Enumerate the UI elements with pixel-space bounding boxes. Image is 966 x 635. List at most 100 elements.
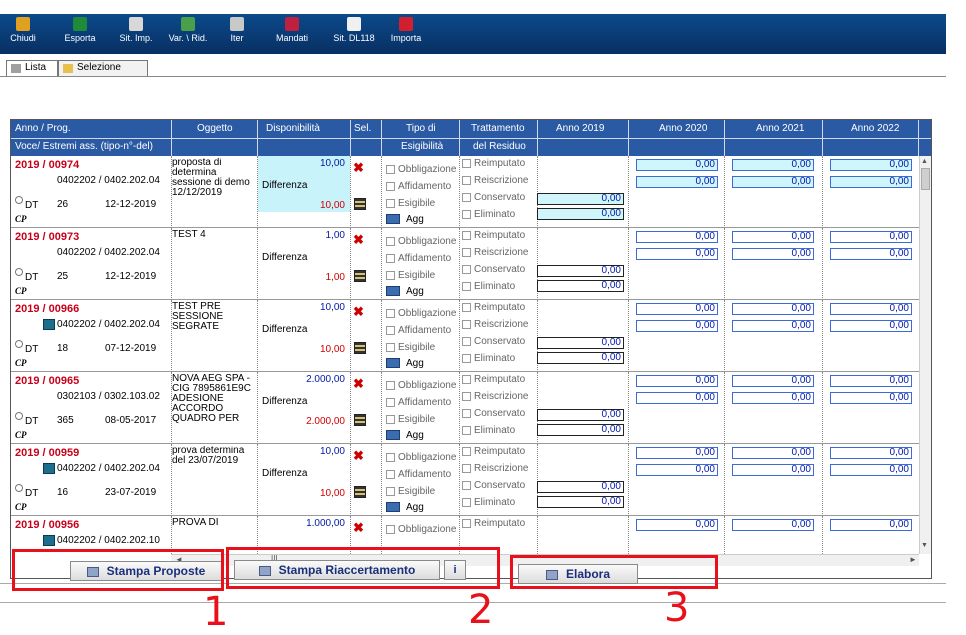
a2020-reiscrizione-field[interactable]: 0,00 [636, 248, 718, 260]
conservato-checkbox[interactable] [462, 265, 471, 274]
aggiorna-icon[interactable] [386, 286, 400, 296]
scroll-up-icon[interactable]: ▲ [921, 158, 928, 165]
row-radio[interactable] [15, 268, 23, 276]
delete-icon[interactable]: ✖ [353, 448, 364, 464]
iter-button[interactable]: Iter [226, 17, 248, 43]
header-disponibilita[interactable]: Disponibilità [266, 123, 320, 134]
esigibile-checkbox[interactable] [386, 199, 395, 208]
header-sel[interactable]: Sel. [354, 123, 371, 134]
header-anno-2021[interactable]: Anno 2021 [756, 123, 804, 134]
a2021-reiscrizione-field[interactable]: 0,00 [732, 320, 814, 332]
document-icon[interactable] [43, 535, 55, 546]
a2020-reimputato-field[interactable]: 0,00 [636, 303, 718, 315]
a2021-reimputato-field[interactable]: 0,00 [732, 447, 814, 459]
a2021-reiscrizione-field[interactable]: 0,00 [732, 392, 814, 404]
reimputato-checkbox[interactable] [462, 303, 471, 312]
conservato-checkbox[interactable] [462, 409, 471, 418]
a2020-reiscrizione-field[interactable]: 0,00 [636, 176, 718, 188]
a2022-reiscrizione-field[interactable]: 0,00 [830, 464, 912, 476]
chiudi-button[interactable]: Chiudi [8, 17, 38, 43]
a2022-reimputato-field[interactable]: 0,00 [830, 303, 912, 315]
sit-dl118-button[interactable]: Sit. DL118 [332, 17, 376, 43]
mandati-button[interactable]: Mandati [272, 17, 312, 43]
conservato-checkbox[interactable] [462, 481, 471, 490]
esigibile-checkbox[interactable] [386, 415, 395, 424]
reiscrizione-checkbox[interactable] [462, 392, 471, 401]
anno2019-eliminato-field[interactable]: 0,00 [537, 424, 624, 436]
header-anno-2019[interactable]: Anno 2019 [556, 123, 604, 134]
aggiorna-icon[interactable] [386, 430, 400, 440]
eliminato-checkbox[interactable] [462, 354, 471, 363]
header-anno-2022[interactable]: Anno 2022 [851, 123, 899, 134]
row-radio[interactable] [15, 484, 23, 492]
header-trattamento[interactable]: Trattamento [471, 123, 525, 134]
a2022-reimputato-field[interactable]: 0,00 [830, 447, 912, 459]
affidamento-checkbox[interactable] [386, 182, 395, 191]
a2020-reimputato-field[interactable]: 0,00 [636, 447, 718, 459]
importa-button[interactable]: Importa [388, 17, 424, 43]
a2020-reimputato-field[interactable]: 0,00 [636, 159, 718, 171]
anno2019-conservato-field[interactable]: 0,00 [537, 409, 624, 421]
eliminato-checkbox[interactable] [462, 426, 471, 435]
a2021-reimputato-field[interactable]: 0,00 [732, 303, 814, 315]
anno2019-conservato-field[interactable]: 0,00 [537, 265, 624, 277]
anno-prog[interactable]: 2019 / 00965 [15, 375, 79, 387]
obbligazione-checkbox[interactable] [386, 237, 395, 246]
a2021-reiscrizione-field[interactable]: 0,00 [732, 464, 814, 476]
affidamento-checkbox[interactable] [386, 326, 395, 335]
a2020-reiscrizione-field[interactable]: 0,00 [636, 392, 718, 404]
anno-prog[interactable]: 2019 / 00973 [15, 231, 79, 243]
a2022-reiscrizione-field[interactable]: 0,00 [830, 176, 912, 188]
header-oggetto[interactable]: Oggetto [197, 123, 233, 134]
aggiorna-icon[interactable] [386, 502, 400, 512]
obbligazione-checkbox[interactable] [386, 453, 395, 462]
reiscrizione-checkbox[interactable] [462, 176, 471, 185]
reimputato-checkbox[interactable] [462, 159, 471, 168]
a2021-reiscrizione-field[interactable]: 0,00 [732, 176, 814, 188]
a2020-reimputato-field[interactable]: 0,00 [636, 519, 718, 531]
obbligazione-checkbox[interactable] [386, 165, 395, 174]
esigibile-checkbox[interactable] [386, 487, 395, 496]
anno2019-eliminato-field[interactable]: 0,00 [537, 280, 624, 292]
document-icon[interactable] [43, 319, 55, 330]
affidamento-checkbox[interactable] [386, 254, 395, 263]
table-row[interactable]: 2019 / 00974 0402202 / 0402.202.04 DT 26 12-… [11, 156, 919, 228]
affidamento-checkbox[interactable] [386, 398, 395, 407]
tab-lista[interactable]: Lista [6, 60, 58, 76]
anno2019-eliminato-field[interactable]: 0,00 [537, 496, 624, 508]
scroll-down-icon[interactable]: ▼ [921, 542, 928, 549]
reiscrizione-checkbox[interactable] [462, 320, 471, 329]
anno-prog[interactable]: 2019 / 00959 [15, 447, 79, 459]
a2021-reimputato-field[interactable]: 0,00 [732, 375, 814, 387]
row-radio[interactable] [15, 412, 23, 420]
a2020-reimputato-field[interactable]: 0,00 [636, 375, 718, 387]
header-anno-2020[interactable]: Anno 2020 [659, 123, 707, 134]
anno2019-eliminato-field[interactable]: 0,00 [537, 352, 624, 364]
anno2019-conservato-field[interactable]: 0,00 [537, 481, 624, 493]
header-tipo-di[interactable]: Tipo di [406, 123, 436, 134]
aggiorna-icon[interactable] [386, 358, 400, 368]
table-row[interactable]: 2019 / 00966 0402202 / 0402.202.04 DT 18 07-… [11, 300, 919, 372]
reimputato-checkbox[interactable] [462, 447, 471, 456]
delete-icon[interactable]: ✖ [353, 520, 364, 536]
a2021-reimputato-field[interactable]: 0,00 [732, 231, 814, 243]
coins-icon[interactable] [354, 414, 366, 426]
affidamento-checkbox[interactable] [386, 470, 395, 479]
a2020-reiscrizione-field[interactable]: 0,00 [636, 464, 718, 476]
esigibile-checkbox[interactable] [386, 343, 395, 352]
row-radio[interactable] [15, 196, 23, 204]
a2022-reimputato-field[interactable]: 0,00 [830, 231, 912, 243]
anno-prog[interactable]: 2019 / 00974 [15, 159, 79, 171]
anno-prog[interactable]: 2019 / 00956 [15, 519, 79, 531]
a2022-reimputato-field[interactable]: 0,00 [830, 519, 912, 531]
conservato-checkbox[interactable] [462, 193, 471, 202]
a2022-reimputato-field[interactable]: 0,00 [830, 375, 912, 387]
anno2019-eliminato-field[interactable]: 0,00 [537, 208, 624, 220]
tab-selezione[interactable]: Selezione [58, 60, 148, 76]
delete-icon[interactable]: ✖ [353, 160, 364, 176]
obbligazione-checkbox[interactable] [386, 525, 395, 534]
esigibile-checkbox[interactable] [386, 271, 395, 280]
anno2019-conservato-field[interactable]: 0,00 [537, 337, 624, 349]
sit-imp-button[interactable]: Sit. Imp. [118, 17, 154, 43]
aggiorna-icon[interactable] [386, 214, 400, 224]
